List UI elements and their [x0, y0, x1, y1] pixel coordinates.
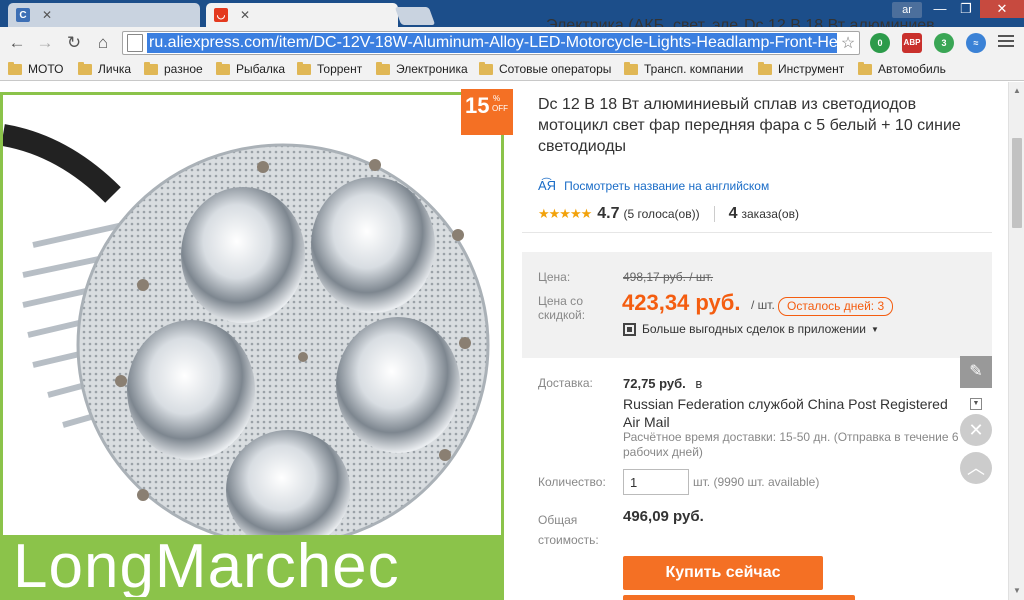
folder-icon: [624, 61, 638, 75]
product-title: Dc 12 В 18 Вт алюминиевый сплав из свето…: [538, 96, 961, 155]
tab-favicon-icon: C: [16, 8, 30, 22]
rating-summary: ★★★★★ 4.7 (5 голоса(ов)) 4 заказа(ов): [538, 205, 799, 223]
headlight-illustration: [3, 124, 490, 535]
close-circle-icon[interactable]: ✕: [960, 414, 992, 446]
divider: [522, 232, 992, 233]
folder-icon: [78, 61, 92, 75]
bookmarks-bar: МОТО Личка разное Рыбалка Торрент Электр…: [0, 59, 1024, 81]
shipping-label: Доставка:: [538, 376, 593, 390]
discount-badge: 15 % OFF: [461, 89, 513, 135]
page-icon: [127, 34, 143, 52]
quantity-input[interactable]: [623, 469, 689, 495]
tab-aliexpress-product[interactable]: ◡ Dc 12 В 18 Вт алюминиев ✕: [206, 3, 935, 34]
add-to-cart-button[interactable]: [623, 595, 855, 600]
back-icon[interactable]: ←: [6, 33, 28, 53]
product-image[interactable]: LongMarchec: [0, 92, 504, 600]
folder-icon: [216, 61, 230, 75]
address-bar[interactable]: ru.aliexpress.com/item/DC-12V-18W-Alumin…: [122, 31, 860, 55]
url-text[interactable]: ru.aliexpress.com/item/DC-12V-18W-Alumin…: [147, 33, 837, 53]
price-box: Цена: 498,17 руб. / шт. Цена со скидкой:…: [522, 252, 992, 358]
translate-icon: A͡Я: [538, 178, 557, 193]
folder-icon: [297, 61, 311, 75]
new-tab-button[interactable]: [394, 7, 436, 25]
shipping-estimate: Расчётное время доставки: 15-50 дн. (Отп…: [623, 430, 959, 459]
discount-price-label: Цена со скидкой:: [538, 294, 586, 322]
scroll-down-arrow-icon[interactable]: ▼: [1013, 586, 1021, 595]
home-icon[interactable]: ⌂: [92, 33, 114, 53]
bookmark-star-icon[interactable]: ☆: [837, 33, 859, 53]
total-label: Общая стоимость:: [538, 513, 599, 547]
tab-strip: C Электрика (АКБ, свет, эле ✕ ◡ Dc 12 В …: [0, 0, 1024, 34]
original-price: 498,17 руб. / шт.: [623, 270, 714, 284]
shipping-price: 72,75 руб. в: [623, 376, 703, 391]
bookmark-item[interactable]: Торрент: [297, 61, 362, 76]
folder-icon: [758, 61, 772, 75]
folder-icon: [858, 61, 872, 75]
profile-button[interactable]: ar: [892, 2, 922, 18]
price-unit: / шт.: [751, 298, 775, 312]
bookmark-item[interactable]: Автомобиль: [858, 61, 946, 76]
divider: [713, 206, 715, 222]
page-content: LongMarchec 15 % OFF Dc 12 В 18 Вт алюми…: [0, 82, 1008, 600]
buy-now-button[interactable]: Купить сейчас: [623, 556, 823, 590]
close-window-icon[interactable]: ✕: [980, 0, 1024, 18]
shipping-method[interactable]: Russian Federation службой China Post Re…: [623, 395, 963, 431]
forward-icon[interactable]: →: [34, 33, 56, 53]
tab-electrics[interactable]: C Электрика (АКБ, свет, эле ✕: [8, 3, 738, 34]
folder-icon: [8, 61, 22, 75]
chevron-down-icon: ▼: [870, 324, 879, 334]
bookmark-item[interactable]: Трансп. компании: [624, 61, 743, 76]
scroll-up-arrow-icon[interactable]: ▲: [1013, 86, 1021, 95]
extension-icon[interactable]: 0: [870, 33, 890, 53]
bookmark-item[interactable]: Сотовые операторы: [479, 61, 611, 76]
edit-pencil-icon[interactable]: ✎: [960, 356, 992, 388]
quantity-available: шт. (9990 шт. available): [693, 475, 820, 489]
folder-icon: [376, 61, 390, 75]
adblock-icon[interactable]: ABP: [902, 33, 922, 53]
extension-green-icon[interactable]: 3: [934, 33, 954, 53]
total-price: 496,09 руб.: [623, 508, 704, 525]
rating-stars-icon: ★★★★★: [538, 206, 592, 221]
app-deals-dropdown[interactable]: Больше выгодных сделок в приложении ▼: [623, 322, 879, 336]
rating-votes[interactable]: (5 голоса(ов)): [624, 207, 700, 221]
menu-icon[interactable]: [998, 35, 1014, 50]
translate-link[interactable]: A͡Я Посмотреть название на английском: [538, 178, 769, 193]
qr-code-icon: [623, 322, 636, 336]
bookmark-item[interactable]: Рыбалка: [216, 61, 285, 76]
quantity-label: Количество:: [538, 475, 606, 489]
folder-icon: [144, 61, 158, 75]
minimize-icon[interactable]: —: [926, 0, 954, 18]
shipping-dropdown-icon[interactable]: ▼: [970, 398, 982, 410]
close-tab-icon[interactable]: ✕: [42, 8, 52, 22]
orders-count: 4: [728, 205, 738, 222]
folder-icon: [479, 61, 493, 75]
reload-icon[interactable]: ↻: [63, 33, 85, 53]
bookmark-item[interactable]: Электроника: [376, 61, 468, 76]
days-left-badge: Осталось дней: 3: [778, 297, 894, 316]
aliexpress-icon: ◡: [214, 8, 228, 22]
brand-watermark: LongMarchec: [13, 532, 400, 600]
orders-label: заказа(ов): [741, 207, 799, 221]
price-label: Цена:: [538, 270, 571, 284]
bookmark-item[interactable]: разное: [144, 61, 203, 76]
bookmark-item[interactable]: МОТО: [8, 61, 63, 76]
scroll-top-icon[interactable]: ︿: [960, 452, 992, 484]
close-tab-icon[interactable]: ✕: [240, 8, 250, 22]
scrollbar-thumb[interactable]: [1012, 138, 1022, 228]
bookmark-item[interactable]: Личка: [78, 61, 131, 76]
page-scrollbar[interactable]: ▲ ▼: [1008, 82, 1024, 600]
bookmark-item[interactable]: Инструмент: [758, 61, 844, 76]
browser-toolbar: ← → ↻ ⌂ ru.aliexpress.com/item/DC-12V-18…: [0, 27, 1024, 59]
maximize-icon[interactable]: ❐: [952, 0, 980, 18]
rating-score: 4.7: [597, 205, 620, 222]
discount-price: 423,34 руб.: [622, 290, 741, 315]
extension-blue-icon[interactable]: ≈: [966, 33, 986, 53]
